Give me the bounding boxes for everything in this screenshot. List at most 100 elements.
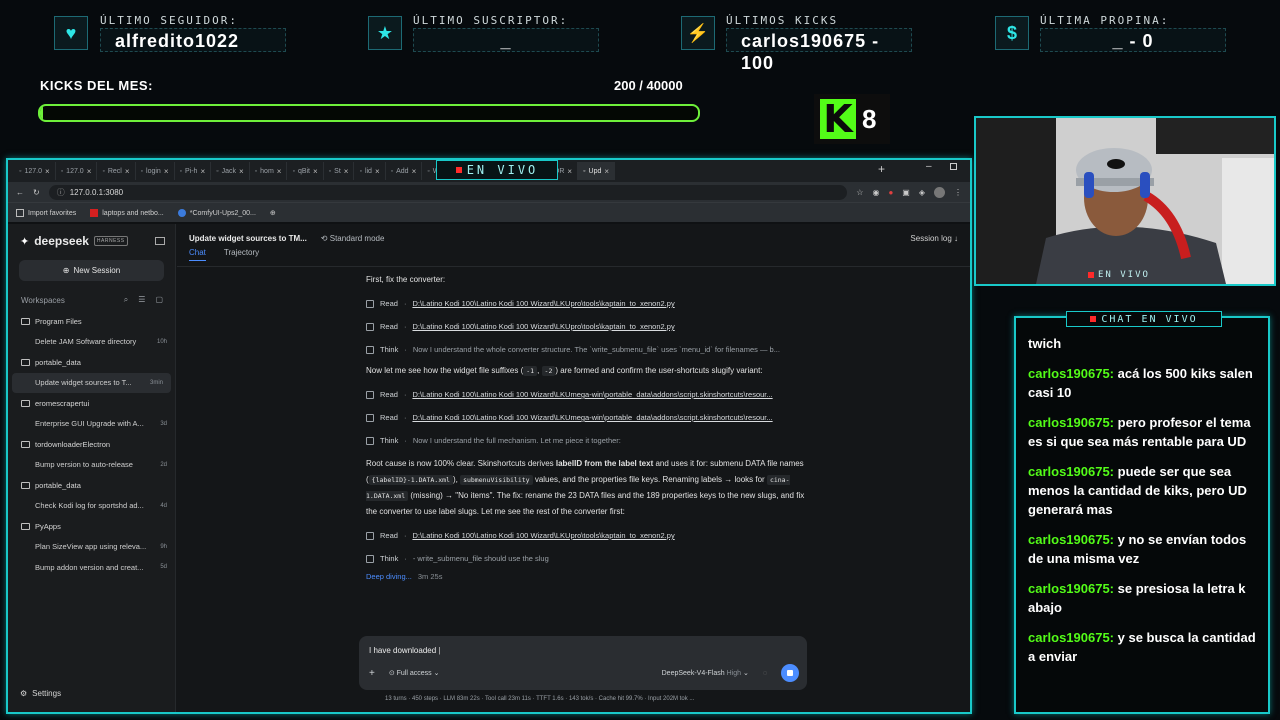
browser-tab[interactable]: ◦ Upd ×	[578, 162, 616, 180]
session-item[interactable]: Bump version to auto-release 2d	[8, 455, 175, 476]
access-selector[interactable]: ⊙ Full access ⌄	[389, 669, 440, 677]
browser-tab[interactable]: ◦ lid ×	[354, 162, 386, 180]
tab-trajectory[interactable]: Trajectory	[224, 248, 259, 261]
back-icon[interactable]: ←	[16, 188, 24, 197]
session-item[interactable]: Update widget sources to T... 3min	[12, 372, 171, 393]
close-tab-icon[interactable]: ×	[45, 167, 50, 176]
session-item[interactable]: Delete JAM Software directory 10h	[8, 332, 175, 353]
attach-icon[interactable]: +	[369, 668, 375, 679]
new-session-button[interactable]: ⊕ New Session	[19, 260, 164, 281]
close-tab-icon[interactable]: ×	[344, 167, 349, 176]
tab-label: hom	[260, 167, 274, 175]
extension-icon[interactable]: ●	[888, 188, 893, 197]
maximize-icon[interactable]	[950, 163, 957, 170]
tool-call-read[interactable]: Read · D:\Latino Kodi 100\Latino Kodi 100 …	[366, 406, 806, 429]
extension-icon[interactable]: ◉	[872, 188, 879, 197]
session-item[interactable]: Check Kodi log for sportshd ad... 4d	[8, 496, 175, 517]
browser-tab[interactable]: ◦ hom ×	[250, 162, 288, 180]
url-text: 127.0.0.1:3080	[69, 187, 124, 197]
browser-tab[interactable]: ◦ Recl ×	[97, 162, 136, 180]
site-info-icon[interactable]: ⓘ	[57, 187, 65, 198]
chat-username: carlos190675:	[1028, 630, 1115, 645]
session-item[interactable]: Bump addon version and creat... 5d	[8, 557, 175, 578]
bookmark-comfyui[interactable]: *ComfyUI-Ups2_00...	[177, 208, 256, 217]
deep-diving-status: Deep diving... 3m 25s	[366, 572, 443, 581]
tab-chat[interactable]: Chat	[189, 248, 206, 261]
close-tab-icon[interactable]: ×	[567, 167, 572, 176]
tool-call-read[interactable]: Read · D:\Latino Kodi 100\Latino Kodi 100 …	[366, 292, 806, 315]
browser-tab[interactable]: ◦ St ×	[324, 162, 355, 180]
close-tab-icon[interactable]: ×	[200, 167, 205, 176]
tool-call-read[interactable]: Read · D:\Latino Kodi 100\Latino Kodi 100 …	[366, 383, 806, 406]
globe-icon[interactable]: ⊕	[270, 209, 276, 217]
close-tab-icon[interactable]: ×	[313, 167, 318, 176]
collapse-sidebar-icon[interactable]	[155, 237, 165, 245]
add-workspace-icon[interactable]: ▢	[155, 295, 163, 305]
tab-label: St	[334, 167, 341, 175]
workspace-folder[interactable]: eromescrapertui	[8, 393, 175, 414]
browser-tab[interactable]: ◦ qBit ×	[287, 162, 324, 180]
tool-call-think[interactable]: Think · Now I understand the whole convert…	[366, 338, 806, 361]
stat-tip-label: ÚLTIMA PROPINA:	[1040, 14, 1170, 27]
browser-tab[interactable]: ◦ Jack ×	[211, 162, 250, 180]
kick-badge: K 8	[814, 94, 890, 144]
settings-button[interactable]: ⚙ Settings	[20, 689, 61, 698]
close-tab-icon[interactable]: ×	[239, 167, 244, 176]
stat-kicks-label: ÚLTIMOS KICKS	[726, 14, 839, 27]
close-tab-icon[interactable]: ×	[164, 167, 169, 176]
view-tabs: Chat Trajectory	[189, 248, 259, 261]
session-title: Check Kodi log for sportshd ad...	[35, 501, 144, 511]
url-field[interactable]: ⓘ 127.0.0.1:3080	[48, 184, 848, 200]
workspace-folder[interactable]: Program Files	[8, 311, 175, 332]
chat-username: carlos190675:	[1028, 532, 1115, 547]
settings-label: Settings	[32, 689, 62, 698]
model-selector[interactable]: DeepSeek-V4-Flash High ⌄	[662, 669, 749, 677]
session-item[interactable]: Plan SizeView app using releva... 9h	[8, 537, 175, 558]
composer-input[interactable]: I have downloaded |	[369, 646, 440, 655]
bookmark-laptops[interactable]: laptops and netbo...	[90, 208, 164, 217]
browser-tab[interactable]: ◦ 127.0 ×	[14, 162, 56, 180]
bookmark-import[interactable]: Import favorites	[16, 208, 76, 217]
tool-call-think[interactable]: Think · Now I understand the full mechanis…	[366, 429, 806, 452]
browser-tab[interactable]: ◦ login ×	[136, 162, 175, 180]
bolt-icon: ⚡	[681, 16, 715, 50]
tool-call-read[interactable]: Read · D:\Latino Kodi 100\Latino Kodi 100 …	[366, 524, 806, 547]
minimize-icon[interactable]: –	[926, 161, 932, 172]
workspace-folder[interactable]: portable_data	[8, 352, 175, 373]
browser-tab[interactable]: ◦ Add ×	[386, 162, 423, 180]
browser-tab[interactable]: ◦ 127.0 ×	[56, 162, 98, 180]
new-tab-icon[interactable]: +	[878, 162, 885, 176]
extension-icon[interactable]: ▣	[902, 188, 910, 197]
search-icon[interactable]: ⌕	[124, 295, 128, 305]
session-log-button[interactable]: Session log ↓	[910, 234, 958, 243]
workspace-folder[interactable]: portable_data	[8, 475, 175, 496]
session-item[interactable]: Enterprise GUI Upgrade with A... 3d	[8, 414, 175, 435]
filter-icon[interactable]: ☰	[138, 295, 145, 305]
tool-call-think[interactable]: Think · - write_submenu_file should use th…	[366, 547, 806, 570]
stop-button[interactable]	[781, 664, 799, 682]
workspace-folder[interactable]: PyApps	[8, 516, 175, 537]
bookmark-star-icon[interactable]: ☆	[856, 188, 863, 197]
dollar-icon: $	[995, 16, 1029, 50]
live-chat-panel: CHAT EN VIVO twich carlos190675: acá los …	[1014, 311, 1270, 714]
reload-icon[interactable]: ↻	[33, 188, 40, 197]
close-tab-icon[interactable]: ×	[125, 167, 130, 176]
mode-selector[interactable]: ⟲ Standard mode	[321, 234, 385, 243]
close-tab-icon[interactable]: ×	[375, 167, 380, 176]
extension-icon[interactable]: ◈	[919, 188, 925, 197]
profile-avatar[interactable]	[934, 186, 945, 198]
browser-tab[interactable]: ◦ Pi-h ×	[175, 162, 212, 180]
close-tab-icon[interactable]: ×	[277, 167, 282, 176]
tool-call-read[interactable]: Read · D:\Latino Kodi 100\Latino Kodi 100 …	[366, 315, 806, 338]
close-tab-icon[interactable]: ×	[604, 167, 609, 176]
menu-icon[interactable]: ⋮	[954, 188, 962, 197]
close-tab-icon[interactable]: ×	[87, 167, 92, 176]
think-icon	[366, 436, 374, 445]
stat-tip: $	[995, 16, 1029, 50]
chat-message: carlos190675: y no se envían todos de un…	[1028, 530, 1264, 568]
close-tab-icon[interactable]: ×	[412, 167, 417, 176]
stat-follower-label: ÚLTIMO SEGUIDOR:	[100, 14, 238, 27]
folder-icon	[21, 481, 30, 489]
workspace-folder[interactable]: tordownloaderElectron	[8, 434, 175, 455]
tab-label: 127.0	[66, 167, 84, 175]
